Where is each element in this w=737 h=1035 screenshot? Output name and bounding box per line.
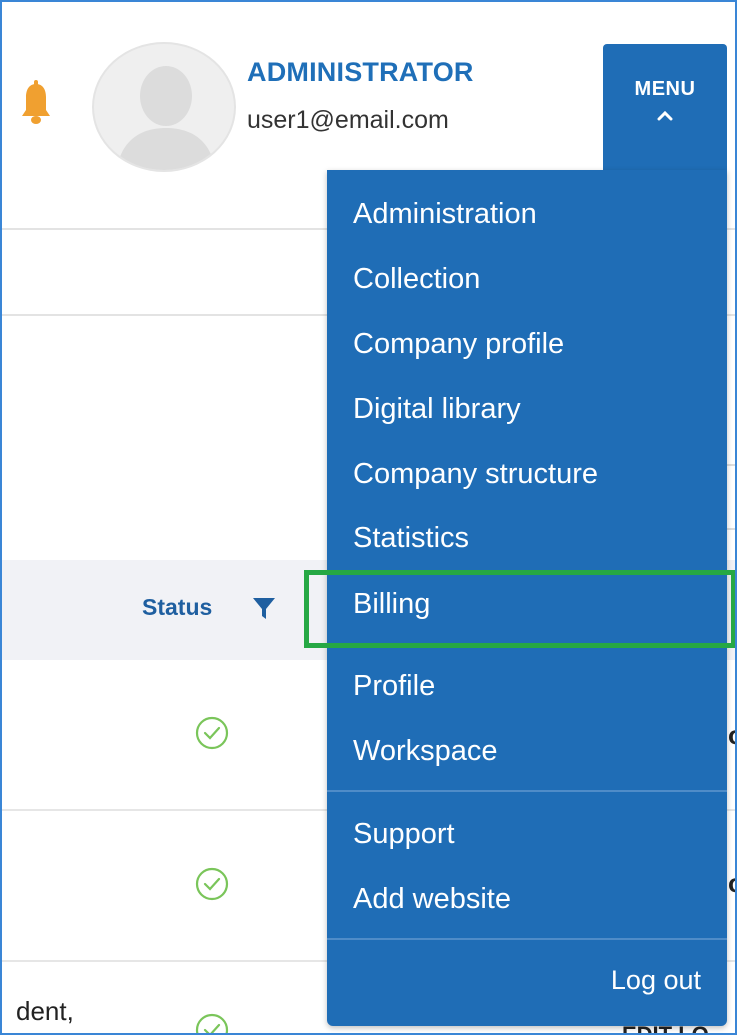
user-silhouette-icon [116,66,216,170]
user-email: user1@email.com [247,106,449,134]
menu-item-administration[interactable]: Administration [353,198,537,231]
menu-button-label: MENU [634,78,696,100]
menu-divider [327,790,727,792]
chevron-up-icon [657,110,673,121]
menu-divider [327,938,727,940]
menu-button[interactable]: MENU [603,44,727,172]
menu-item-collection[interactable]: Collection [353,263,480,296]
menu-item-company-structure[interactable]: Company structure [353,458,598,491]
menu-item-company-profile[interactable]: Company profile [353,328,564,361]
row-action-fragment[interactable]: o [728,868,735,899]
menu-dropdown: Administration Collection Company profil… [327,170,727,1026]
menu-item-support[interactable]: Support [353,818,455,851]
app-frame: ADMINISTRATOR user1@email.com MENU Statu… [0,0,737,1035]
menu-item-digital-library[interactable]: Digital library [353,393,521,426]
logout-link[interactable]: Log out [611,965,701,996]
row-text-fragment: dent, [16,996,74,1026]
check-circle-icon [195,867,229,901]
check-circle-icon [195,716,229,750]
menu-item-workspace[interactable]: Workspace [353,735,498,768]
status-column-header[interactable]: Status [142,594,212,621]
menu-item-billing[interactable]: Billing [353,588,430,621]
row-action-fragment[interactable]: o [728,720,735,751]
avatar[interactable] [92,42,236,172]
menu-item-statistics[interactable]: Statistics [353,522,469,555]
menu-item-add-website[interactable]: Add website [353,883,511,916]
filter-icon[interactable] [252,596,276,620]
menu-item-profile[interactable]: Profile [353,670,435,703]
bell-icon[interactable] [20,80,52,128]
user-role: ADMINISTRATOR [247,57,474,87]
check-circle-icon [195,1013,229,1033]
